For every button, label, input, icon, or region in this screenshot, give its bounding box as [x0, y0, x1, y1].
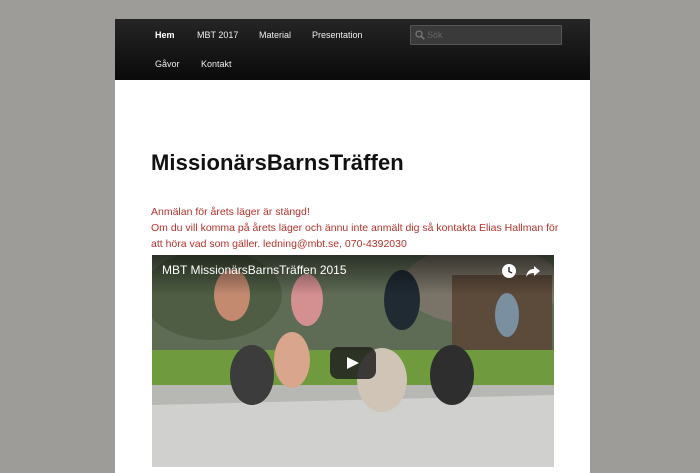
- main-navigation: Hem MBT 2017 Material Presentation Gåvor…: [115, 19, 590, 80]
- nav-item-hem[interactable]: Hem: [155, 30, 175, 40]
- search-box: [410, 25, 562, 45]
- page-container: Hem MBT 2017 Material Presentation Gåvor…: [115, 19, 590, 473]
- notice-line-details: att höra vad som gäller. ledning@mbt.se,…: [151, 238, 407, 250]
- nav-item-mbt-2017[interactable]: MBT 2017: [197, 30, 238, 40]
- play-button[interactable]: [330, 347, 376, 379]
- nav-item-presentation[interactable]: Presentation: [312, 30, 363, 40]
- notice-line-contact: Om du vill komma på årets läger och ännu…: [151, 222, 559, 234]
- video-title[interactable]: MBT MissionärsBarnsTräffen 2015: [162, 263, 347, 277]
- watch-later-icon[interactable]: [501, 263, 517, 279]
- nav-item-kontakt[interactable]: Kontakt: [201, 59, 232, 69]
- search-input[interactable]: [427, 28, 557, 42]
- notice-line-closed: Anmälan för årets läger är stängd!: [151, 206, 310, 218]
- nav-item-material[interactable]: Material: [259, 30, 291, 40]
- search-icon: [415, 30, 425, 40]
- video-embed[interactable]: MBT MissionärsBarnsTräffen 2015: [152, 255, 554, 467]
- play-icon: [347, 357, 359, 369]
- page-title: MissionärsBarnsTräffen: [151, 150, 404, 175]
- nav-item-gavor[interactable]: Gåvor: [155, 59, 180, 69]
- share-icon[interactable]: [525, 263, 541, 279]
